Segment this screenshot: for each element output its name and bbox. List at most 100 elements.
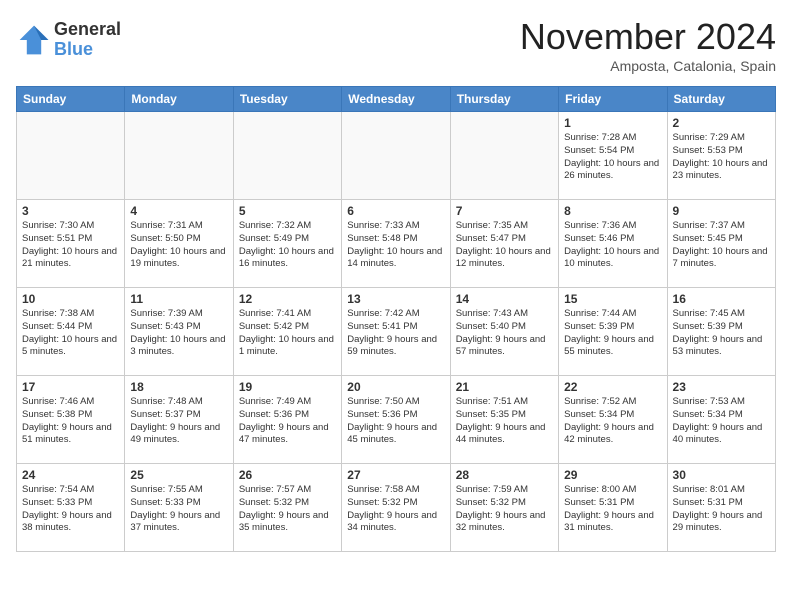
calendar-cell: 25 Sunrise: 7:55 AMSunset: 5:33 PMDayligh… <box>125 464 233 552</box>
location: Amposta, Catalonia, Spain <box>520 58 776 74</box>
day-number: 14 <box>456 292 553 306</box>
weekday-header: Monday <box>125 87 233 112</box>
calendar-cell: 15 Sunrise: 7:44 AMSunset: 5:39 PMDayligh… <box>559 288 667 376</box>
logo: General Blue <box>16 20 121 60</box>
calendar-cell: 7Sunrise: 7:35 AMSunset: 5:47 PMDaylight… <box>450 200 558 288</box>
calendar-cell: 14 Sunrise: 7:43 AMSunset: 5:40 PMDayligh… <box>450 288 558 376</box>
calendar-cell: 26 Sunrise: 7:57 AMSunset: 5:32 PMDayligh… <box>233 464 341 552</box>
day-info: Sunrise: 7:36 AMSunset: 5:46 PMDaylight:… <box>564 220 661 271</box>
day-info: Sunrise: 7:46 AMSunset: 5:38 PMDaylight:… <box>22 396 119 447</box>
day-number: 30 <box>673 468 770 482</box>
calendar-week-row: 1Sunrise: 7:28 AMSunset: 5:54 PMDaylight… <box>17 112 776 200</box>
day-number: 26 <box>239 468 336 482</box>
day-number: 20 <box>347 380 444 394</box>
calendar-cell: 1Sunrise: 7:28 AMSunset: 5:54 PMDaylight… <box>559 112 667 200</box>
day-info: Sunrise: 7:55 AMSunset: 5:33 PMDaylight:… <box>130 484 227 535</box>
calendar-week-row: 3 Sunrise: 7:30 AMSunset: 5:51 PMDaylight… <box>17 200 776 288</box>
calendar-cell: 17 Sunrise: 7:46 AMSunset: 5:38 PMDayligh… <box>17 376 125 464</box>
weekday-header: Tuesday <box>233 87 341 112</box>
weekday-header: Sunday <box>17 87 125 112</box>
day-number: 15 <box>564 292 661 306</box>
day-info: Sunrise: 7:33 AMSunset: 5:48 PMDaylight:… <box>347 220 444 271</box>
day-info: Sunrise: 7:38 AMSunset: 5:44 PMDaylight:… <box>22 308 119 359</box>
calendar-cell: 27 Sunrise: 7:58 AMSunset: 5:32 PMDayligh… <box>342 464 450 552</box>
day-info: Sunrise: 7:53 AMSunset: 5:34 PMDaylight:… <box>673 396 770 447</box>
day-info: Sunrise: 7:32 AMSunset: 5:49 PMDaylight:… <box>239 220 336 271</box>
weekday-header: Friday <box>559 87 667 112</box>
day-number: 27 <box>347 468 444 482</box>
day-number: 29 <box>564 468 661 482</box>
logo-text: General Blue <box>54 20 121 60</box>
day-info: Sunrise: 7:37 AMSunset: 5:45 PMDaylight:… <box>673 220 770 271</box>
calendar-cell <box>17 112 125 200</box>
calendar-cell: 8 Sunrise: 7:36 AMSunset: 5:46 PMDaylight… <box>559 200 667 288</box>
calendar-cell: 21Sunrise: 7:51 AMSunset: 5:35 PMDayligh… <box>450 376 558 464</box>
day-info: Sunrise: 7:31 AMSunset: 5:50 PMDaylight:… <box>130 220 227 271</box>
day-info: Sunrise: 7:57 AMSunset: 5:32 PMDaylight:… <box>239 484 336 535</box>
calendar-week-row: 10Sunrise: 7:38 AMSunset: 5:44 PMDayligh… <box>17 288 776 376</box>
calendar-cell: 9 Sunrise: 7:37 AMSunset: 5:45 PMDaylight… <box>667 200 775 288</box>
calendar-cell: 5 Sunrise: 7:32 AMSunset: 5:49 PMDaylight… <box>233 200 341 288</box>
day-number: 6 <box>347 204 444 218</box>
calendar-cell <box>233 112 341 200</box>
calendar-table: SundayMondayTuesdayWednesdayThursdayFrid… <box>16 86 776 552</box>
day-number: 1 <box>564 116 661 130</box>
day-number: 28 <box>456 468 553 482</box>
calendar-cell: 10Sunrise: 7:38 AMSunset: 5:44 PMDayligh… <box>17 288 125 376</box>
calendar-cell: 29 Sunrise: 8:00 AMSunset: 5:31 PMDayligh… <box>559 464 667 552</box>
day-info: Sunrise: 7:44 AMSunset: 5:39 PMDaylight:… <box>564 308 661 359</box>
day-info: Sunrise: 7:42 AMSunset: 5:41 PMDaylight:… <box>347 308 444 359</box>
day-info: Sunrise: 7:52 AMSunset: 5:34 PMDaylight:… <box>564 396 661 447</box>
month-title: November 2024 <box>520 16 776 58</box>
calendar-cell: 2 Sunrise: 7:29 AMSunset: 5:53 PMDaylight… <box>667 112 775 200</box>
calendar-cell: 30 Sunrise: 8:01 AMSunset: 5:31 PMDayligh… <box>667 464 775 552</box>
day-number: 11 <box>130 292 227 306</box>
calendar-cell: 13 Sunrise: 7:42 AMSunset: 5:41 PMDayligh… <box>342 288 450 376</box>
calendar-week-row: 17 Sunrise: 7:46 AMSunset: 5:38 PMDayligh… <box>17 376 776 464</box>
day-info: Sunrise: 7:29 AMSunset: 5:53 PMDaylight:… <box>673 132 770 183</box>
calendar-cell: 12Sunrise: 7:41 AMSunset: 5:42 PMDayligh… <box>233 288 341 376</box>
calendar-cell: 16 Sunrise: 7:45 AMSunset: 5:39 PMDayligh… <box>667 288 775 376</box>
calendar-cell: 22 Sunrise: 7:52 AMSunset: 5:34 PMDayligh… <box>559 376 667 464</box>
calendar-cell: 24Sunrise: 7:54 AMSunset: 5:33 PMDayligh… <box>17 464 125 552</box>
calendar-week-row: 24Sunrise: 7:54 AMSunset: 5:33 PMDayligh… <box>17 464 776 552</box>
day-info: Sunrise: 7:58 AMSunset: 5:32 PMDaylight:… <box>347 484 444 535</box>
day-number: 24 <box>22 468 119 482</box>
calendar-cell: 20 Sunrise: 7:50 AMSunset: 5:36 PMDayligh… <box>342 376 450 464</box>
calendar-cell: 23Sunrise: 7:53 AMSunset: 5:34 PMDayligh… <box>667 376 775 464</box>
title-block: November 2024 Amposta, Catalonia, Spain <box>520 16 776 74</box>
day-number: 18 <box>130 380 227 394</box>
day-number: 19 <box>239 380 336 394</box>
calendar-cell: 19Sunrise: 7:49 AMSunset: 5:36 PMDayligh… <box>233 376 341 464</box>
calendar-cell <box>125 112 233 200</box>
day-number: 8 <box>564 204 661 218</box>
logo-icon <box>16 22 52 58</box>
day-number: 17 <box>22 380 119 394</box>
day-number: 5 <box>239 204 336 218</box>
day-info: Sunrise: 7:50 AMSunset: 5:36 PMDaylight:… <box>347 396 444 447</box>
day-number: 25 <box>130 468 227 482</box>
weekday-header-row: SundayMondayTuesdayWednesdayThursdayFrid… <box>17 87 776 112</box>
page-header: General Blue November 2024 Amposta, Cata… <box>16 16 776 74</box>
day-number: 22 <box>564 380 661 394</box>
day-info: Sunrise: 7:43 AMSunset: 5:40 PMDaylight:… <box>456 308 553 359</box>
calendar-cell: 3 Sunrise: 7:30 AMSunset: 5:51 PMDaylight… <box>17 200 125 288</box>
day-info: Sunrise: 8:00 AMSunset: 5:31 PMDaylight:… <box>564 484 661 535</box>
calendar-cell: 28Sunrise: 7:59 AMSunset: 5:32 PMDayligh… <box>450 464 558 552</box>
day-number: 3 <box>22 204 119 218</box>
calendar-cell <box>342 112 450 200</box>
day-info: Sunrise: 7:45 AMSunset: 5:39 PMDaylight:… <box>673 308 770 359</box>
calendar-cell: 4Sunrise: 7:31 AMSunset: 5:50 PMDaylight… <box>125 200 233 288</box>
day-info: Sunrise: 8:01 AMSunset: 5:31 PMDaylight:… <box>673 484 770 535</box>
day-info: Sunrise: 7:39 AMSunset: 5:43 PMDaylight:… <box>130 308 227 359</box>
day-number: 2 <box>673 116 770 130</box>
day-number: 9 <box>673 204 770 218</box>
day-number: 21 <box>456 380 553 394</box>
day-info: Sunrise: 7:30 AMSunset: 5:51 PMDaylight:… <box>22 220 119 271</box>
day-number: 13 <box>347 292 444 306</box>
day-number: 16 <box>673 292 770 306</box>
calendar-cell: 11 Sunrise: 7:39 AMSunset: 5:43 PMDayligh… <box>125 288 233 376</box>
day-number: 12 <box>239 292 336 306</box>
logo-general: General <box>54 20 121 40</box>
logo-blue: Blue <box>54 40 121 60</box>
